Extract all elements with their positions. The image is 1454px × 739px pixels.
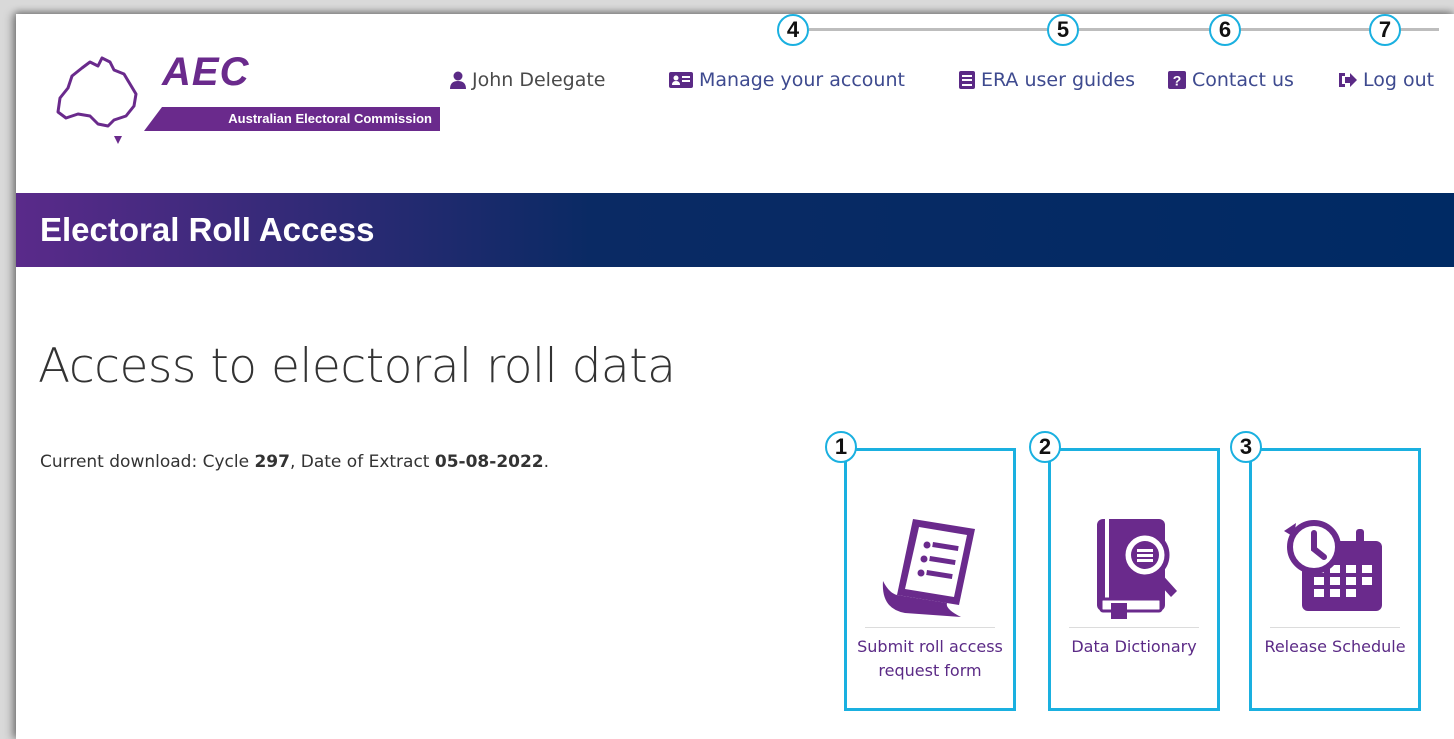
australia-map-icon [56, 56, 138, 144]
callout-badge-4: 4 [777, 14, 809, 46]
tile-separator [1270, 627, 1400, 628]
logo-abbrev: AEC [162, 50, 250, 94]
page-title: Access to electoral roll data [38, 339, 676, 394]
callout-badge-1: 1 [825, 431, 857, 463]
era-user-guides-link[interactable]: ERA user guides [959, 69, 1135, 91]
book-icon [959, 71, 975, 89]
tile-label: Release Schedule [1264, 637, 1406, 656]
download-suffix: . [543, 452, 550, 472]
page: AEC Australian Electoral Commission John… [16, 14, 1454, 739]
manage-account-link[interactable]: Manage your account [669, 69, 905, 91]
question-icon: ? [1168, 71, 1186, 89]
tile-label: Data Dictionary [1071, 637, 1197, 656]
user-icon [450, 71, 466, 89]
tile-icon-wrap [1051, 513, 1217, 621]
aec-logo[interactable]: AEC Australian Electoral Commission [52, 50, 440, 144]
data-dictionary-tile[interactable]: 2 Data Dictionary [1029, 431, 1220, 711]
era-user-guides-label: ERA user guides [981, 69, 1135, 91]
logo-full-name: Australian Electoral Commission [144, 107, 440, 131]
callout-badge-5: 5 [1047, 14, 1079, 46]
download-middle: , Date of Extract [289, 452, 435, 472]
release-schedule-tile[interactable]: 3 Release Schedule [1230, 431, 1421, 711]
id-card-icon [669, 72, 693, 88]
log-out-label: Log out [1363, 69, 1435, 91]
callout-badge-2: 2 [1029, 431, 1061, 463]
tile-separator [865, 627, 995, 628]
form-document-icon [882, 519, 975, 617]
tile-icon-wrap [1252, 513, 1418, 621]
download-date: 05-08-2022 [434, 452, 544, 472]
download-cycle: 297 [254, 452, 290, 472]
tile-separator [1069, 627, 1199, 628]
callout-line [809, 28, 1439, 31]
download-prefix: Current download: Cycle [40, 452, 255, 472]
contact-us-label: Contact us [1192, 69, 1294, 91]
page-banner: Electoral Roll Access [16, 193, 1454, 267]
submit-request-tile[interactable]: 1 Submit roll access request form [825, 431, 1016, 711]
callout-badge-6: 6 [1209, 14, 1241, 46]
sign-out-icon [1339, 73, 1357, 87]
callout-badge-3: 3 [1230, 431, 1262, 463]
calendar-clock-icon [1284, 520, 1382, 611]
tile-icon-wrap [847, 513, 1013, 621]
user-name: John Delegate [472, 69, 606, 91]
log-out-link[interactable]: Log out [1337, 69, 1434, 91]
current-user: John Delegate [450, 69, 605, 91]
tile-label: Submit roll access request form [857, 637, 1003, 680]
svg-text:?: ? [1173, 73, 1182, 89]
current-download-info: Current download: Cycle 297, Date of Ext… [40, 452, 549, 472]
banner-title: Electoral Roll Access [40, 211, 375, 248]
book-search-icon [1097, 519, 1177, 619]
callout-badge-7: 7 [1369, 14, 1401, 46]
contact-us-link[interactable]: ? Contact us [1168, 69, 1294, 91]
manage-account-label: Manage your account [699, 69, 905, 91]
